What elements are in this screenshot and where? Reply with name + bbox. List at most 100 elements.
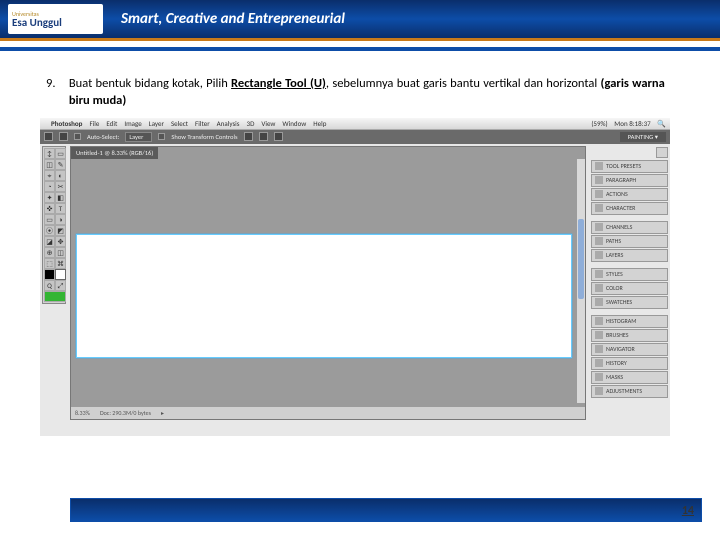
layer-dropdown[interactable]: Layer (125, 132, 152, 142)
panel-masks[interactable]: MASKS (591, 371, 668, 384)
scrollbar-thumb[interactable] (578, 219, 584, 299)
panel-adjustments[interactable]: ADJUSTMENTS (591, 385, 668, 398)
collapse-icon[interactable] (656, 147, 668, 158)
menu-help[interactable]: Help (313, 119, 326, 128)
document-tab[interactable]: Untitled-1 @ 8.33% (RGB/16) (71, 147, 158, 159)
panel-swatches[interactable]: SWATCHES (591, 296, 668, 309)
app-name[interactable]: Photoshop (51, 119, 82, 128)
paths-icon (595, 237, 603, 245)
channels-icon (595, 223, 603, 231)
path-tool[interactable]: ◪ (44, 236, 55, 247)
options-bar: Auto-Select: Layer Show Transform Contro… (40, 130, 670, 144)
auto-select-label: Auto-Select: (87, 133, 119, 141)
panel-actions[interactable]: ACTIONS (591, 188, 668, 201)
screenmode-tool[interactable]: ⤢ (55, 280, 66, 291)
zoom-level[interactable]: 8.33% (75, 409, 90, 417)
mac-menubar: Photoshop File Edit Image Layer Select F… (40, 118, 670, 130)
panel-channels[interactable]: CHANNELS (591, 221, 668, 234)
page-number: 14 (682, 504, 694, 518)
tagline: Smart, Creative and Entrepreneurial (121, 10, 345, 28)
dodge-tool[interactable]: ◑ (55, 214, 66, 225)
status-chevron-icon[interactable]: ▸ (161, 409, 164, 417)
menu-view[interactable]: View (261, 119, 275, 128)
spotlight-icon[interactable]: 🔍 (657, 119, 666, 128)
heal-tool[interactable]: ◔ (44, 181, 55, 192)
menu-select[interactable]: Select (171, 119, 188, 128)
history-icon (595, 359, 603, 367)
brushes-icon (595, 331, 603, 339)
hand-tool[interactable]: ◫ (55, 247, 66, 258)
menubar-right: (59%) Mon 8:18:37 🔍 (586, 119, 666, 128)
histogram-icon (595, 317, 603, 325)
panel-styles[interactable]: STYLES (591, 268, 668, 281)
transform-checkbox[interactable] (158, 133, 165, 140)
extra-swatch[interactable] (44, 291, 66, 302)
blur-tool[interactable]: ▭ (44, 214, 55, 225)
panel-layers[interactable]: LAYERS (591, 249, 668, 262)
panel-paths[interactable]: PATHS (591, 235, 668, 248)
rotate-tool[interactable]: ⌘ (55, 258, 66, 269)
panel-tool-presets[interactable]: TOOL PRESETS (591, 160, 668, 173)
status-bar: 8.33% Doc: 290.3M/0 bytes ▸ (71, 407, 585, 419)
foreground-color[interactable] (44, 269, 55, 280)
move-tool-icon[interactable] (59, 132, 68, 141)
clock: Mon 8:18:37 (614, 119, 650, 128)
marquee-tool[interactable]: ▭ (55, 148, 66, 159)
photoshop-screenshot: Photoshop File Edit Image Layer Select F… (40, 118, 670, 436)
brush-tool[interactable]: ✂ (55, 181, 66, 192)
styles-icon (595, 270, 603, 278)
workspace-menu[interactable]: PAINTING ▾ (620, 132, 666, 142)
artboard[interactable] (76, 234, 572, 358)
quickmask-tool[interactable]: Q (44, 280, 55, 291)
canvas-area[interactable] (71, 159, 577, 403)
pen-tool[interactable]: ⦿ (44, 225, 55, 236)
panel-history[interactable]: HISTORY (591, 357, 668, 370)
menu-3d[interactable]: 3D (247, 119, 255, 128)
menu-image[interactable]: Image (124, 119, 141, 128)
color-icon (595, 284, 603, 292)
background-color[interactable] (55, 269, 66, 280)
align-icon-1[interactable] (244, 132, 253, 141)
doc-header: Universitas Esa Unggul Smart, Creative a… (0, 0, 720, 38)
wand-tool[interactable]: ✎ (55, 159, 66, 170)
paragraph-icon (595, 176, 603, 184)
lasso-tool[interactable]: ◫ (44, 159, 55, 170)
panel-histogram[interactable]: HISTOGRAM (591, 315, 668, 328)
move-tool[interactable]: ↕ (44, 148, 55, 159)
panel-paragraph[interactable]: PARAGRAPH (591, 174, 668, 187)
menu-analysis[interactable]: Analysis (217, 119, 240, 128)
stamp-tool[interactable]: ✦ (44, 192, 55, 203)
character-icon (595, 204, 603, 212)
history-brush-tool[interactable]: ◧ (55, 192, 66, 203)
auto-select-checkbox[interactable] (74, 133, 81, 140)
3d-tool[interactable]: ⊕ (44, 247, 55, 258)
tool-name: Rectangle Tool (U) (231, 76, 326, 91)
instruction-number: 9. (46, 76, 66, 93)
eraser-tool[interactable]: ✜ (44, 203, 55, 214)
vertical-scrollbar[interactable] (577, 159, 585, 403)
menu-filter[interactable]: Filter (195, 119, 210, 128)
gradient-tool[interactable]: T (55, 203, 66, 214)
eyedropper-tool[interactable]: ◐ (55, 170, 66, 181)
panel-character[interactable]: CHARACTER (591, 202, 668, 215)
zoom-tool[interactable]: ⬚ (44, 258, 55, 269)
align-icon-3[interactable] (274, 132, 283, 141)
logo: Universitas Esa Unggul (8, 4, 103, 34)
panel-navigator[interactable]: NAVIGATOR (591, 343, 668, 356)
rectangle-tool[interactable]: ✥ (55, 236, 66, 247)
logo-name: Esa Unggul (12, 17, 99, 28)
menu-window[interactable]: Window (282, 119, 306, 128)
right-panel-dock: TOOL PRESETS PARAGRAPH ACTIONS CHARACTER… (591, 147, 668, 398)
ps-icon[interactable] (44, 132, 53, 141)
instruction-text: Buat bentuk bidang kotak, Pilih Rectangl… (69, 76, 665, 110)
layers-icon (595, 251, 603, 259)
menu-edit[interactable]: Edit (106, 119, 117, 128)
align-icon-2[interactable] (259, 132, 268, 141)
menu-layer[interactable]: Layer (149, 119, 164, 128)
type-tool[interactable]: ◩ (55, 225, 66, 236)
crop-tool[interactable]: ⌖ (44, 170, 55, 181)
navigator-icon (595, 345, 603, 353)
menu-file[interactable]: File (89, 119, 99, 128)
panel-brushes[interactable]: BRUSHES (591, 329, 668, 342)
panel-color[interactable]: COLOR (591, 282, 668, 295)
